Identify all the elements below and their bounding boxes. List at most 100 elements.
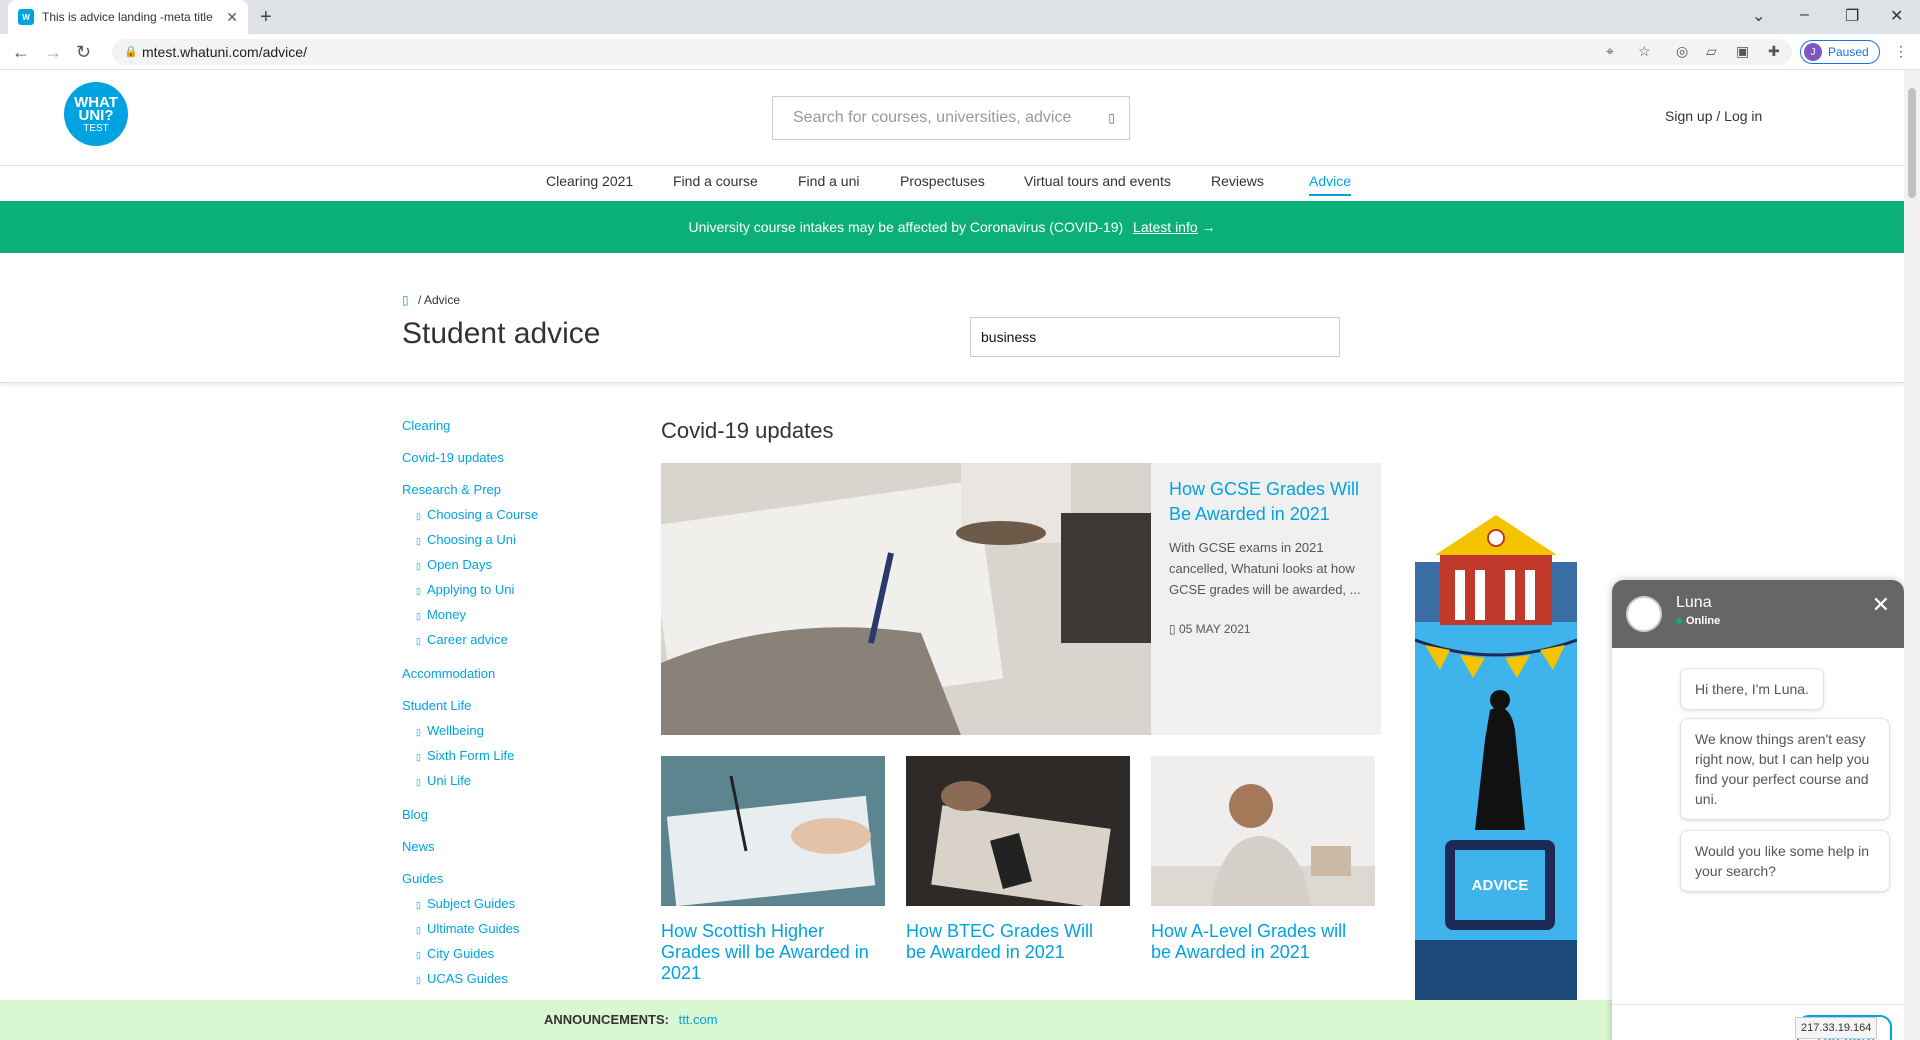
title-area: ▯ / Advice Student advice business: [0, 253, 1904, 383]
bullet-icon: ▯: [416, 511, 421, 521]
page: WHAT UNI? TEST Search for courses, unive…: [0, 70, 1904, 1040]
sidebar-item-blog[interactable]: Blog: [402, 804, 622, 836]
sidebar-subitem[interactable]: ▯ Money: [402, 605, 622, 630]
nav-item-clearing[interactable]: Clearing 2021: [546, 173, 633, 189]
nav-item-reviews[interactable]: Reviews: [1211, 173, 1264, 189]
sidebar-subitem[interactable]: ▯ UCAS Guides: [402, 969, 622, 994]
article-thumbnail[interactable]: [906, 756, 1130, 909]
covid-banner: University course intakes may be affecte…: [0, 201, 1904, 253]
section-title: Covid-19 updates: [661, 418, 834, 443]
bullet-icon: ▯: [416, 777, 421, 787]
sidebar-subitem[interactable]: ▯ Applying to Uni: [402, 580, 622, 605]
search-icon[interactable]: ▯: [1108, 97, 1115, 139]
nav-item-find-course[interactable]: Find a course: [673, 173, 758, 189]
student-studying-illustration: [1151, 756, 1375, 906]
maximize-icon[interactable]: ❐: [1845, 6, 1859, 26]
bookmark-star-icon[interactable]: ☆: [1638, 43, 1651, 60]
tab-search-icon[interactable]: ⌄: [1752, 6, 1765, 26]
scrollbar-thumb[interactable]: [1908, 88, 1916, 198]
sidebar-subitem-label: Applying to Uni: [426, 582, 515, 597]
chat-message: Hi there, I'm Luna.: [1680, 668, 1824, 710]
sidebar-subitem-label: Sixth Form Life: [426, 748, 515, 763]
site-logo[interactable]: WHAT UNI? TEST: [64, 82, 128, 146]
sidebar-subitem[interactable]: ▯ City Guides: [402, 944, 622, 969]
sidebar-subitem[interactable]: ▯ Choosing a Course: [402, 505, 622, 530]
back-icon[interactable]: ←: [12, 42, 30, 63]
profile-button[interactable]: J Paused: [1800, 40, 1880, 64]
sidebar-subitem[interactable]: ▯ Sixth Form Life: [402, 746, 622, 771]
sidebar-subitem-label: Choosing a Uni: [426, 532, 516, 547]
feature-article-image[interactable]: [648, 463, 1151, 735]
article-thumbnail[interactable]: [661, 756, 885, 907]
sidebar-item-guides[interactable]: Guides: [402, 868, 622, 894]
chat-message: Would you like some help in your search?: [1680, 830, 1890, 892]
sidebar-item-clearing[interactable]: Clearing: [402, 415, 622, 447]
bullet-icon: ▯: [416, 561, 421, 571]
banner-text: University course intakes may be affecte…: [688, 219, 1124, 235]
sidebar-item-covid[interactable]: Covid-19 updates: [402, 447, 622, 479]
url-field[interactable]: 🔒 mtest.whatuni.com/advice/: [112, 39, 1792, 65]
profile-status: Paused: [1828, 45, 1869, 59]
close-chat-icon[interactable]: ✕: [1872, 592, 1890, 618]
sidebar-subitem[interactable]: ▯ Subject Guides: [402, 894, 622, 919]
bullet-icon: ▯: [416, 727, 421, 737]
url-text: mtest.whatuni.com/advice/: [142, 44, 307, 60]
article-title[interactable]: How Scottish Higher Grades will be Award…: [661, 921, 871, 984]
location-icon[interactable]: ⌖: [1606, 43, 1614, 60]
advice-ad-banner[interactable]: ADVICE: [1414, 510, 1578, 1032]
sidebar-subitem[interactable]: ▯ Ultimate Guides: [402, 919, 622, 944]
nav-item-find-uni[interactable]: Find a uni: [798, 173, 859, 189]
bullet-icon: ▯: [416, 752, 421, 762]
advice-sidebar: Clearing Covid-19 updates Research & Pre…: [402, 415, 622, 994]
extension-icon[interactable]: ▣: [1736, 43, 1749, 60]
forward-icon[interactable]: →: [44, 42, 62, 63]
sidebar-subitem[interactable]: ▯ Wellbeing: [402, 721, 622, 746]
nav-item-prospectuses[interactable]: Prospectuses: [900, 173, 985, 189]
extension-icon[interactable]: ▱: [1706, 43, 1717, 60]
site-search-input[interactable]: Search for courses, universities, advice…: [772, 96, 1130, 140]
latest-info-link[interactable]: Latest info: [1133, 219, 1198, 235]
signing-photo-illustration: [661, 756, 885, 907]
sidebar-item-accommodation[interactable]: Accommodation: [402, 663, 622, 695]
page-scrollbar[interactable]: [1904, 70, 1920, 1040]
signin-link[interactable]: Sign up / Log in: [1665, 108, 1762, 124]
writing-photo-illustration: [648, 463, 1151, 735]
chatbot-name: Luna: [1676, 594, 1712, 611]
extension-icon[interactable]: ◎: [1676, 43, 1688, 60]
logo-text: TEST: [83, 123, 109, 134]
sidebar-item-research[interactable]: Research & Prep: [402, 479, 622, 505]
feature-article-card[interactable]: How GCSE Grades Will Be Awarded in 2021 …: [1151, 463, 1381, 735]
sidebar-subitem-label: City Guides: [426, 946, 495, 961]
bullet-icon: ▯: [416, 950, 421, 960]
close-tab-icon[interactable]: ✕: [226, 9, 238, 26]
sidebar-item-news[interactable]: News: [402, 836, 622, 868]
nav-item-advice[interactable]: Advice: [1309, 173, 1352, 196]
sidebar-subitem[interactable]: ▯ Career advice: [402, 630, 622, 663]
lock-icon: 🔒: [124, 46, 138, 58]
minimize-icon[interactable]: –: [1800, 6, 1809, 24]
feature-title[interactable]: How GCSE Grades Will Be Awarded in 2021: [1169, 477, 1363, 527]
article-thumbnail[interactable]: [1151, 756, 1375, 906]
puzzle-icon[interactable]: ✚: [1768, 43, 1780, 60]
reload-icon[interactable]: ↻: [76, 42, 91, 63]
close-window-icon[interactable]: ✕: [1890, 6, 1903, 26]
announcement-link[interactable]: ttt.com: [679, 1012, 718, 1027]
sidebar-item-student-life[interactable]: Student Life: [402, 695, 622, 721]
advice-search-input[interactable]: business: [970, 317, 1340, 357]
sidebar-subitem-label: Subject Guides: [426, 896, 516, 911]
article-title[interactable]: How BTEC Grades Will be Awarded in 2021: [906, 921, 1116, 963]
sidebar-subitem-label: UCAS Guides: [426, 971, 508, 986]
new-tab-icon[interactable]: +: [260, 6, 272, 29]
sidebar-subitem[interactable]: ▯ Open Days: [402, 555, 622, 580]
home-icon[interactable]: ▯: [402, 293, 409, 307]
menu-icon[interactable]: ⋮: [1894, 43, 1908, 60]
breadcrumb-current: Advice: [423, 293, 460, 307]
feature-date-text: 05 MAY 2021: [1178, 622, 1251, 636]
sidebar-subitem[interactable]: ▯ Uni Life: [402, 771, 622, 804]
browser-tab[interactable]: W This is advice landing -meta title ✕: [8, 0, 248, 34]
chatbot-status-text: Online: [1686, 615, 1721, 627]
article-title[interactable]: How A-Level Grades will be Awarded in 20…: [1151, 921, 1361, 963]
nav-item-virtual-tours[interactable]: Virtual tours and events: [1024, 173, 1171, 189]
sidebar-subitem[interactable]: ▯ Choosing a Uni: [402, 530, 622, 555]
university-ad-illustration: ADVICE: [1414, 515, 1578, 1032]
